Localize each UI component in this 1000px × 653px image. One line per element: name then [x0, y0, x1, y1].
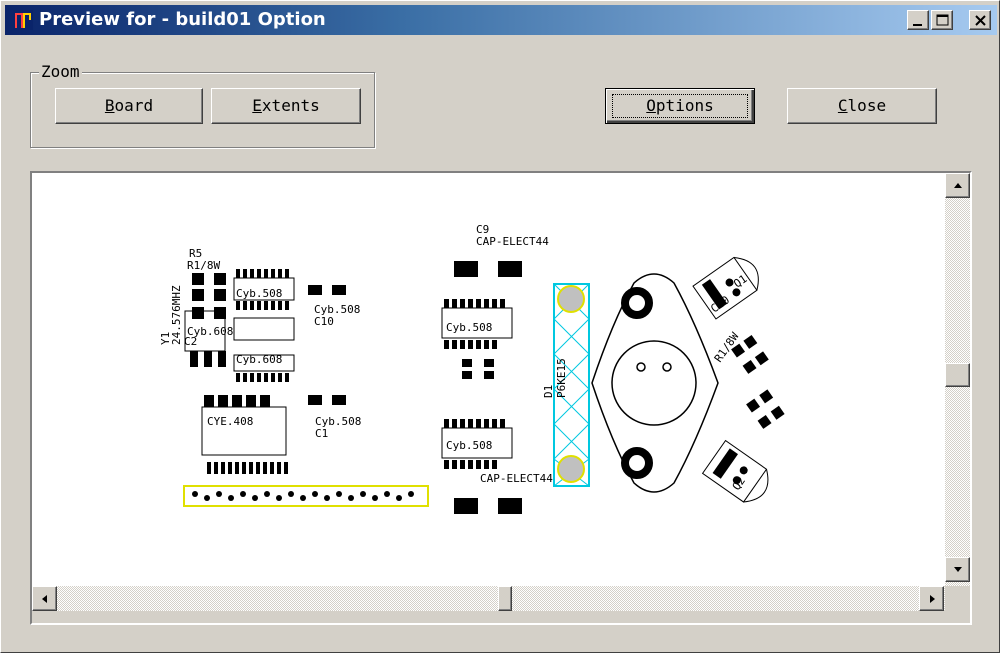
scrollbar-corner [945, 586, 970, 611]
extents-button-label: xtents [261, 96, 320, 115]
board-button-label: oard [114, 96, 154, 115]
label-mid-top: Cyb.508 [446, 321, 492, 334]
vertical-scroll-thumb[interactable] [945, 363, 970, 387]
minimize-icon [913, 24, 922, 26]
label-q1: Q1 [731, 272, 749, 290]
horizontal-scrollbar[interactable] [32, 586, 945, 611]
pcb-drawing: R5 R1/8W Y1 24.576MHZ Cyb.608 C2 Cyb.508… [159, 223, 785, 514]
ic-u4 [441, 419, 522, 514]
arrow-right-icon [930, 595, 935, 603]
extents-button[interactable]: Extents [211, 88, 361, 124]
scroll-down-button[interactable] [945, 557, 970, 582]
label-q2: Q2 [730, 474, 748, 492]
zoom-group-label: Zoom [39, 62, 82, 82]
label-c10: C10 [314, 315, 334, 328]
label-r5-value: R1/8W [187, 259, 220, 272]
label-ic: CYE.408 [207, 415, 253, 428]
board-button[interactable]: Board [55, 88, 203, 124]
board-button-mnemonic: B [104, 96, 115, 115]
minimize-button[interactable] [907, 10, 929, 30]
pad-group-r5 [192, 273, 226, 319]
label-elect-bottom: CAP-ELECT44 [480, 472, 553, 485]
close-button-mnemonic: C [837, 96, 848, 115]
scroll-right-button[interactable] [919, 586, 944, 611]
preview-window: Preview for - build01 Option Zoom Board … [0, 0, 1000, 653]
ic-u2 [201, 395, 288, 474]
title-bar[interactable]: Preview for - build01 Option [5, 5, 997, 35]
app-icon [13, 10, 33, 30]
pad-group-c2 [190, 351, 226, 367]
label-d1-value: P6KE15 [555, 358, 568, 398]
pad-group-right-c [746, 389, 785, 429]
scroll-left-button[interactable] [32, 586, 57, 611]
window-title: Preview for - build01 Option [39, 9, 326, 30]
vertical-scrollbar[interactable] [945, 173, 970, 586]
pad-group-c9 [454, 261, 522, 277]
pad-group-c1 [308, 395, 346, 405]
close-button-label: lose [847, 96, 887, 115]
window-close-button[interactable] [969, 10, 991, 30]
scroll-up-button[interactable] [945, 173, 970, 198]
maximize-icon [936, 14, 949, 26]
options-button-mnemonic: O [646, 96, 656, 115]
board-preview-canvas[interactable]: R5 R1/8W Y1 24.576MHZ Cyb.608 C2 Cyb.508… [32, 173, 945, 586]
label-d1: D1 [542, 385, 555, 398]
label-mid-bot: Cyb.508 [446, 439, 492, 452]
label-c2: C2 [184, 335, 197, 348]
close-icon [975, 15, 986, 26]
label-c1: C1 [315, 427, 328, 440]
options-button[interactable]: Options [605, 88, 755, 124]
label-c9-value: CAP-ELECT44 [476, 235, 549, 248]
arrow-down-icon [954, 567, 962, 572]
maximize-button[interactable] [931, 10, 953, 30]
close-button[interactable]: Close [787, 88, 937, 124]
arrow-up-icon [954, 183, 962, 188]
label-cap-c: Cyb.608 [236, 353, 282, 366]
pad-group-c10 [308, 285, 346, 295]
label-cap-a: Cyb.508 [236, 287, 282, 300]
options-button-label: ptions [655, 96, 714, 115]
label-y1-value: 24.576MHZ [170, 285, 183, 345]
arrow-left-icon [42, 595, 47, 603]
transistor-to3 [591, 273, 719, 493]
extents-button-mnemonic: E [252, 96, 262, 115]
regulator-q2 [701, 439, 769, 503]
connector-j1 [183, 485, 429, 507]
horizontal-scroll-thumb[interactable] [498, 586, 512, 611]
ic-u3 [441, 299, 513, 379]
regulator-q1 [692, 256, 759, 320]
